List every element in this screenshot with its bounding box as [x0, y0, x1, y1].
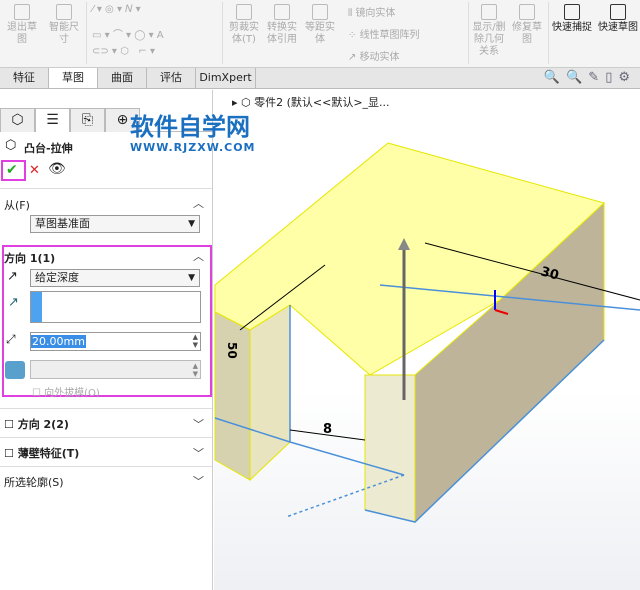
property-manager: ⬡ ☰ ⎘ ⊕ ⬡ 凸台-拉伸 ✔ ✕ 👁 从(F) ︿ 草图基准面 ▼ 方向 1…: [0, 90, 213, 590]
relations-button[interactable]: 显示/删除几何关系: [472, 4, 506, 58]
chevron-down-icon[interactable]: ﹀: [193, 445, 204, 461]
rapid-sketch-icon: [610, 4, 626, 20]
extrude-icon: ⬡: [5, 138, 17, 153]
draft-angle-input[interactable]: ▲ ▼: [30, 360, 201, 379]
exit-sketch-button[interactable]: 退出草图: [4, 4, 40, 46]
graphics-viewport[interactable]: 30 8 50 ▸ ⬡ 零件2 (默认<<默认>_显...: [214, 90, 640, 590]
reverse-direction-icon[interactable]: ↗: [7, 269, 18, 284]
rapid-sketch-button[interactable]: 快速草图: [598, 4, 638, 34]
tab-sketch[interactable]: 草图: [49, 68, 98, 88]
offset-icon: [312, 4, 328, 20]
snap-icon: [564, 4, 580, 20]
preview-eye-icon[interactable]: 👁: [48, 161, 66, 177]
config-tab[interactable]: ⎘: [70, 108, 105, 132]
direction-arrow-icon: ↗: [8, 295, 19, 310]
breadcrumb[interactable]: ▸ ⬡ 零件2 (默认<<默认>_显...: [232, 94, 390, 110]
inner-right-face: [364, 374, 416, 523]
slot-tool-icon[interactable]: ⊂⊃ ▾ ⬡ ⌐ ▾: [92, 46, 155, 57]
linear-pattern-button[interactable]: ⁘ 线性草图阵列: [348, 26, 420, 41]
exit-sketch-icon: [14, 4, 30, 20]
feature-title: 凸台-拉伸: [24, 142, 73, 155]
move-entities-button[interactable]: ↗ 移动实体: [348, 48, 400, 63]
depth-input[interactable]: 20.00mm ▲ ▼: [30, 332, 201, 351]
property-manager-tab[interactable]: ☰: [35, 108, 70, 132]
chevron-up-icon[interactable]: ︿: [193, 248, 204, 264]
depth-icon: ⤢: [6, 332, 16, 346]
tab-dimxpert[interactable]: DimXpert: [196, 68, 256, 88]
left-column-face: [214, 311, 251, 481]
smart-dimension-button[interactable]: 智能尺寸: [46, 4, 82, 46]
convert-icon: [274, 4, 290, 20]
tab-evaluate[interactable]: 评估: [147, 68, 196, 88]
from-select[interactable]: 草图基准面 ▼: [30, 215, 200, 233]
quick-snap-button[interactable]: 快速捕捉: [552, 4, 592, 34]
command-tabs: 特征 草图 曲面 评估 DimXpert 🔍🔍✎▯⚙: [0, 68, 640, 89]
smart-dimension-icon: [56, 4, 72, 20]
chevron-up-icon[interactable]: ︿: [193, 195, 204, 211]
trim-icon: [236, 4, 252, 20]
dimension-8: 8: [323, 422, 332, 437]
end-condition-select[interactable]: 给定深度 ▼: [30, 269, 200, 287]
chevron-down-icon[interactable]: ﹀: [193, 473, 204, 489]
direction-vector-field[interactable]: [30, 291, 201, 323]
relations-icon: [481, 4, 497, 20]
ribbon-toolbar: 退出草图 智能尺寸 ⁄ ▾ ◎ ▾ 𝑁 ▾ ▭ ▾ ⌒ ▾ ◯ ▾ A ⊂⊃ ▾…: [0, 0, 640, 68]
mirror-button[interactable]: ⫴ 镜向实体: [348, 4, 395, 19]
inner-left-face: [249, 304, 291, 482]
line-tool-icon[interactable]: ⁄ ▾ ◎ ▾ 𝑁 ▾: [92, 4, 141, 15]
thin-feature-checkbox[interactable]: ☐ 薄壁特征(T): [4, 445, 79, 461]
offset-button[interactable]: 等距实体: [302, 4, 338, 46]
dimension-50: 50: [225, 342, 239, 359]
chevron-down-icon[interactable]: ﹀: [193, 416, 204, 432]
cancel-button[interactable]: ✕: [29, 163, 40, 178]
convert-entities-button[interactable]: 转换实体引用: [264, 4, 300, 46]
trim-button[interactable]: 剪裁实体(T): [226, 4, 262, 46]
tab-surfaces[interactable]: 曲面: [98, 68, 147, 88]
tab-features[interactable]: 特征: [0, 68, 49, 88]
draft-icon[interactable]: [5, 361, 25, 379]
repair-icon: [519, 4, 535, 20]
ok-button[interactable]: ✔: [6, 162, 18, 178]
view-tools-icons[interactable]: 🔍🔍✎▯⚙: [544, 70, 636, 85]
direction2-checkbox[interactable]: ☐ 方向 2(2): [4, 416, 69, 432]
selected-contours-label: 所选轮廓(S): [4, 476, 64, 489]
repair-sketch-button[interactable]: 修复草图: [510, 4, 544, 46]
rectangle-tool-icon[interactable]: ▭ ▾ ⌒ ▾ ◯ ▾ A: [92, 26, 164, 41]
feature-tree-tab[interactable]: ⬡: [0, 108, 35, 132]
direction1-label: 方向 1(1): [4, 252, 56, 265]
watermark-logo: 软件自学网 WWW.RJZXW.COM: [130, 113, 256, 154]
draft-outward-checkbox[interactable]: ☐ 向外拔模(O): [32, 384, 100, 399]
from-section-label: 从(F): [4, 199, 30, 212]
